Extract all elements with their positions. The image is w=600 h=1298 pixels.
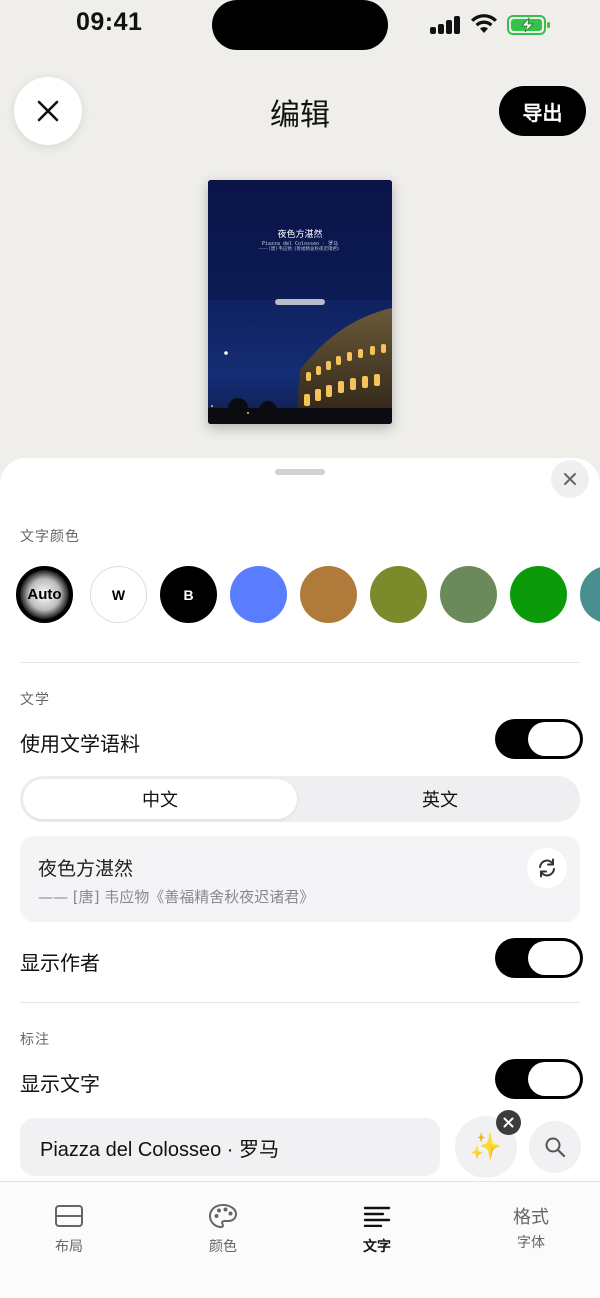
color-swatch-sage[interactable] (440, 566, 497, 623)
tab-label: 字体 (517, 1235, 545, 1251)
preview-source: —— [唐] 韦应物《善福精舍秋夜迟诸君》 (258, 247, 342, 252)
format-icon: 格式 (513, 1207, 549, 1228)
tab-font[interactable]: 格式 字体 (481, 1200, 581, 1252)
search-icon (545, 1137, 566, 1158)
tab-label: 颜色 (209, 1239, 237, 1255)
sparkles-icon: ✨ (469, 1132, 503, 1162)
quote-title: 夜色方湛然 (38, 858, 134, 880)
sheet-grabber[interactable] (275, 469, 325, 475)
layout-icon (55, 1205, 83, 1227)
tab-label: 布局 (55, 1239, 83, 1255)
swatch-label: W (111, 586, 126, 603)
wallpaper-preview[interactable]: 夜色方湛然 Piazza del Colosseo · 罗马 —— [唐] 韦应… (208, 180, 392, 424)
cellular-signal-icon (430, 16, 462, 34)
dynamic-island (212, 0, 388, 50)
caption-input[interactable]: Piazza del Colosseo · 罗马 (20, 1118, 440, 1176)
close-icon (503, 1117, 514, 1128)
refresh-icon (539, 858, 555, 878)
wifi-icon (471, 14, 497, 33)
quote-source: —— [唐] 韦应物《善福精舍秋夜迟诸君》 (38, 888, 315, 906)
clear-suggestion-button[interactable] (496, 1110, 521, 1135)
color-swatch-white[interactable]: W (90, 566, 147, 623)
language-segmented-control: 中文 英文 (20, 776, 580, 822)
quote-card: 夜色方湛然 —— [唐] 韦应物《善福精舍秋夜迟诸君》 (20, 836, 580, 922)
color-swatch-teal[interactable] (580, 566, 600, 623)
color-swatch-brown[interactable] (300, 566, 357, 623)
refresh-quote-button[interactable] (527, 848, 567, 888)
color-swatch-olive[interactable] (370, 566, 427, 623)
close-icon (564, 473, 576, 485)
bottom-tab-bar: 布局 颜色 文字 格式 字体 (0, 1181, 600, 1298)
show-text-toggle[interactable] (495, 1059, 583, 1099)
caption-section-label: 标注 (20, 1032, 50, 1048)
use-corpus-toggle[interactable] (495, 719, 583, 759)
tab-english[interactable]: 英文 (303, 779, 577, 819)
battery-charging-icon (507, 15, 550, 35)
edit-sheet: 文字颜色 Auto W B 文学 使用文学语料 中文 英文 夜色方湛然 —— [… (0, 458, 600, 1298)
preview-handle (275, 299, 325, 305)
tab-chinese[interactable]: 中文 (23, 779, 297, 819)
show-author-label: 显示作者 (20, 951, 100, 975)
search-location-button[interactable] (529, 1121, 581, 1173)
tab-layout[interactable]: 布局 (19, 1200, 119, 1256)
status-bar: 09:41 (0, 0, 600, 50)
swatch-label: Auto (27, 586, 62, 603)
color-swatch-blue[interactable] (230, 566, 287, 623)
tab-color[interactable]: 颜色 (173, 1200, 273, 1256)
sheet-close-button[interactable] (551, 460, 589, 498)
status-time: 09:41 (76, 8, 143, 36)
swatch-label: B (183, 586, 194, 603)
color-swatch-green[interactable] (510, 566, 567, 623)
export-button[interactable]: 导出 (499, 86, 586, 136)
palette-icon (208, 1203, 238, 1229)
use-corpus-label: 使用文学语料 (20, 732, 140, 756)
divider (20, 1002, 580, 1003)
show-author-toggle[interactable] (495, 938, 583, 978)
text-lines-icon (363, 1206, 391, 1227)
tab-text[interactable]: 文字 (327, 1200, 427, 1256)
color-swatch-auto[interactable]: Auto (16, 566, 73, 623)
tab-label: 文字 (363, 1239, 391, 1255)
color-swatch-list: Auto W B (16, 564, 600, 628)
show-text-label: 显示文字 (20, 1072, 100, 1096)
text-color-label: 文字颜色 (20, 529, 80, 545)
divider (20, 662, 580, 663)
preview-title: 夜色方湛然 (277, 230, 323, 240)
color-swatch-black[interactable]: B (160, 566, 217, 623)
literature-section-label: 文学 (20, 692, 50, 708)
